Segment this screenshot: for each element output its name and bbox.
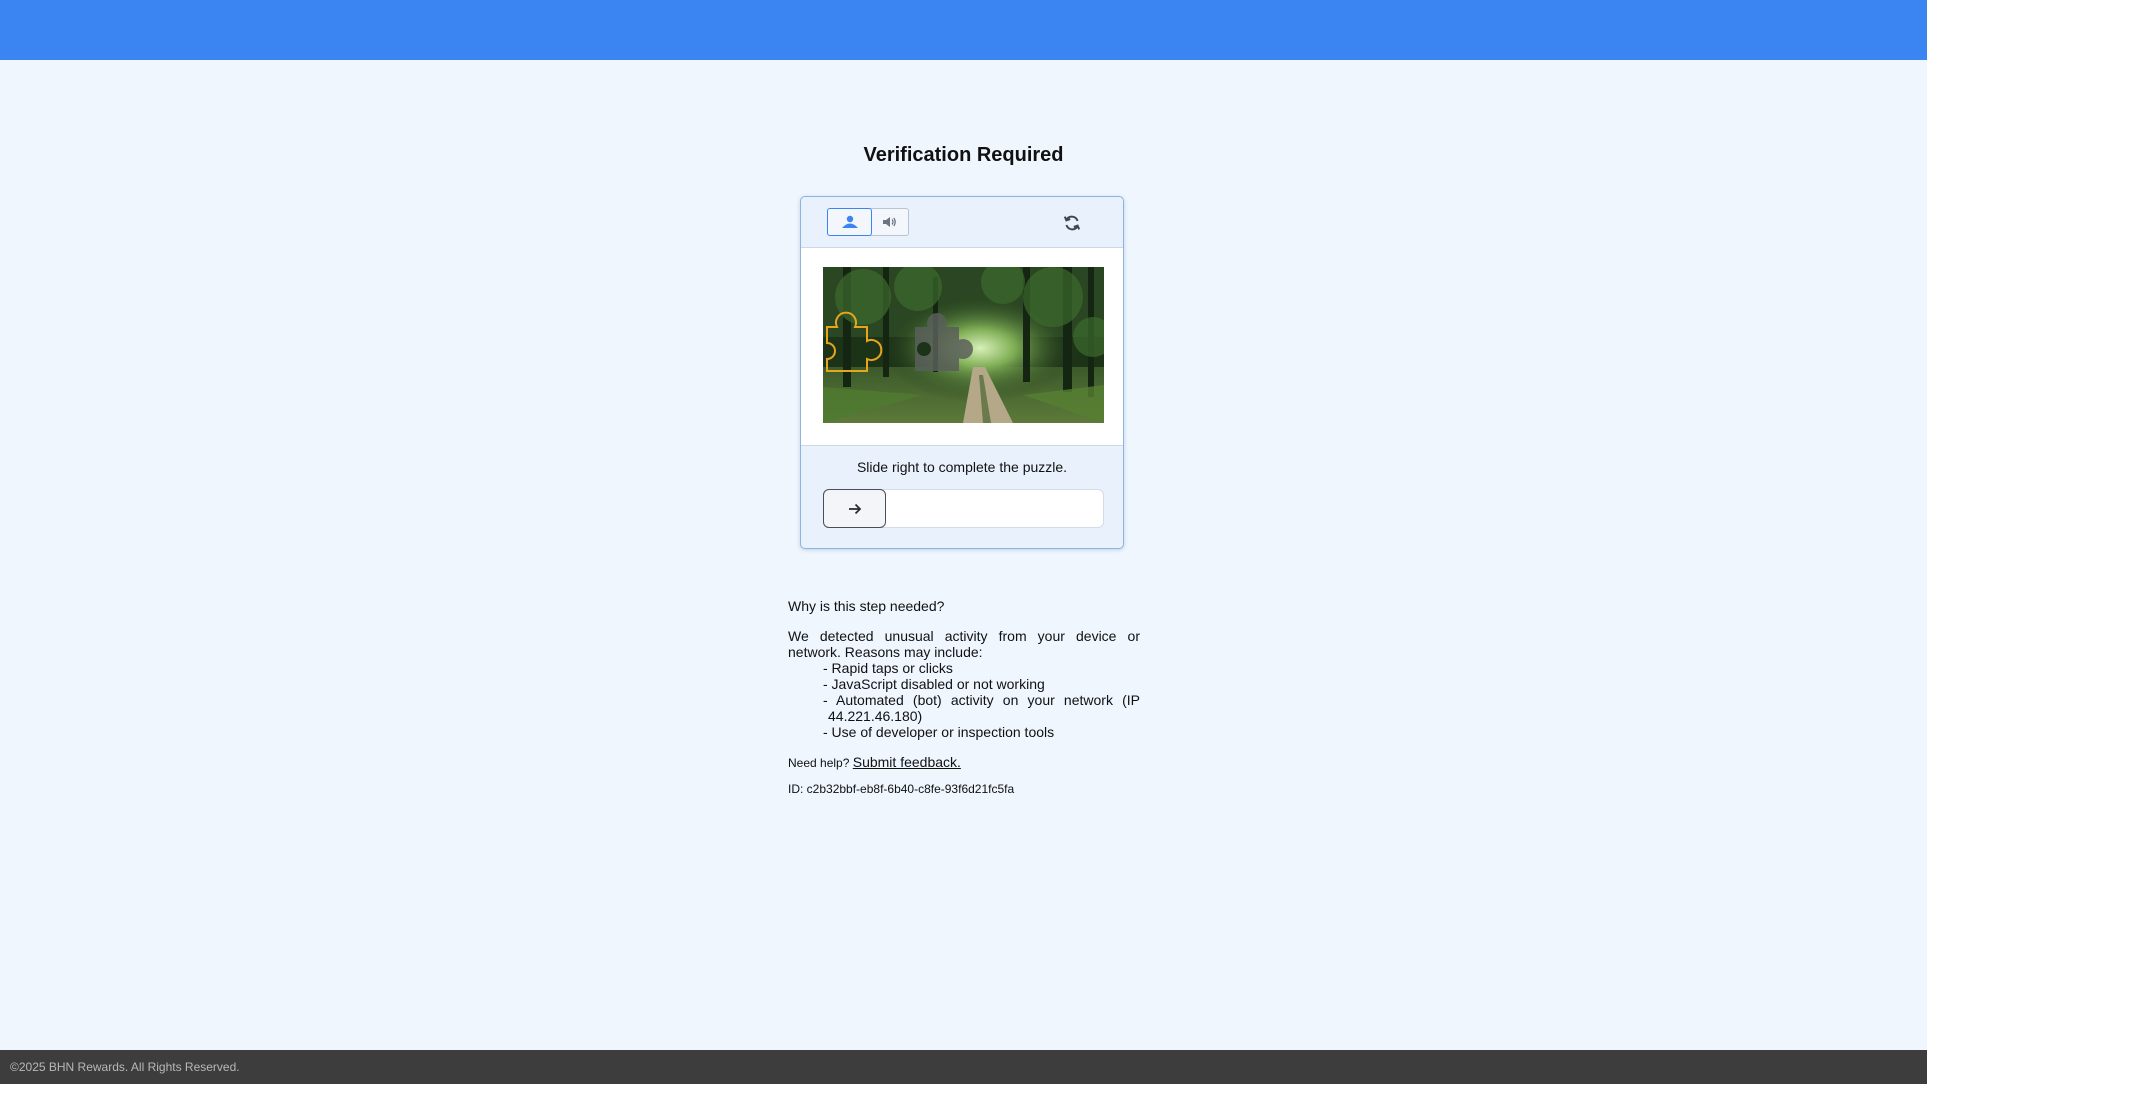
forest-path-photo [823, 267, 1104, 423]
image-person-icon [841, 215, 858, 228]
speaker-icon [883, 217, 896, 227]
reason-item: - Use of developer or inspection tools [823, 724, 1055, 740]
captcha-widget: Slide right to complete the puzzle. [800, 196, 1124, 549]
reasons-list: - Rapid taps or clicks - JavaScript disa… [788, 660, 1140, 740]
puzzle-image-area [801, 248, 1123, 446]
refresh-button[interactable] [1059, 210, 1085, 236]
image-mode-button[interactable] [827, 208, 872, 236]
reason-item: - Rapid taps or clicks [823, 660, 953, 676]
explanation-section: Why is this step needed? We detected unu… [788, 598, 1140, 797]
arrow-right-icon [848, 503, 861, 514]
submit-feedback-link[interactable]: Submit feedback. [853, 754, 961, 770]
explanation-text: We detected unusual activity from your d… [788, 628, 1140, 660]
reason-item: - Automated (bot) activity on your netwo… [823, 692, 1140, 724]
audio-mode-button[interactable] [870, 208, 909, 236]
request-id: ID: c2b32bbf-eb8f-6b40-c8fe-93f6d21fc5fa [788, 782, 1015, 796]
footer-copyright: ©2025 BHN Rewards. All Rights Reserved. [10, 1060, 240, 1074]
top-header-bar [0, 0, 1927, 60]
help-line: Need help? Submit feedback. [788, 754, 1140, 771]
captcha-toolbar [801, 197, 1123, 248]
slider-instruction: Slide right to complete the puzzle. [856, 459, 1068, 475]
page-background: Verification Required Slide right to com… [0, 0, 1927, 1084]
page-title: Verification Required [863, 144, 1064, 166]
help-prefix: Need help? [788, 756, 850, 770]
footer-bar: ©2025 BHN Rewards. All Rights Reserved. [0, 1050, 1927, 1084]
reason-item: - JavaScript disabled or not working [823, 676, 1045, 692]
explanation-title: Why is this step needed? [788, 598, 945, 614]
slider-handle[interactable] [823, 489, 886, 528]
refresh-icon [1063, 215, 1081, 231]
